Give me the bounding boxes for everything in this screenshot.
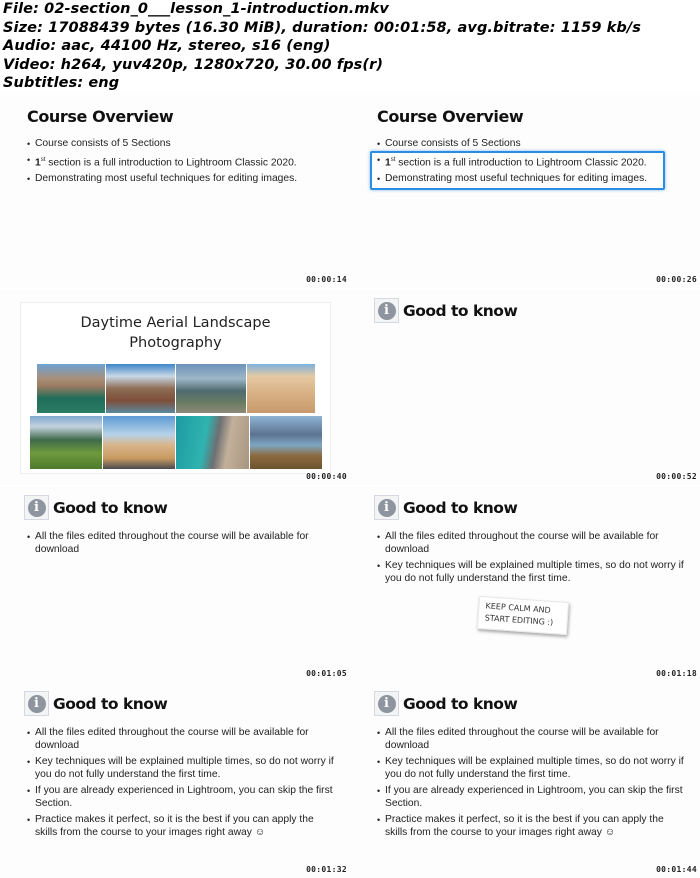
thumbnail-1[interactable]: Course Overview Course consists of 5 Sec… [0,93,350,288]
info-icon: i [377,498,396,517]
title-line-2: Photography [129,335,222,351]
slide-title: Good to know [403,301,518,320]
bullet-list: All the files edited throughout the cour… [377,727,687,843]
bullet-list: All the files edited throughout the cour… [27,727,337,843]
slide-heading: i Good to know [24,691,168,716]
photo-city-skyline [175,363,247,414]
timestamp: 00:00:40 [306,472,347,481]
timestamp: 00:01:32 [306,865,347,874]
slide-title: Good to know [403,498,518,517]
bullet-list: All the files edited throughout the cour… [27,531,337,560]
info-icon: i [377,301,396,320]
bullet-item: 1st section is a full introduction to Li… [27,154,337,169]
photo-lake-causeway [249,415,323,470]
info-icon: i [377,694,396,713]
info-icon-box: i [374,495,399,520]
title-line-1: Daytime Aerial Landscape [80,315,271,331]
video-line: Video: h264, yuv420p, 1280x720, 30.00 fp… [3,56,384,73]
info-icon-box: i [374,298,399,323]
thumbnail-4[interactable]: i Good to know 00:00:52 [350,290,700,485]
bullet-item: All the files edited throughout the cour… [27,727,337,752]
photo-dam-reservoir [36,363,106,414]
thumbnail-3[interactable]: Daytime Aerial Landscape Photography 00:… [0,290,350,485]
slide-title: Daytime Aerial Landscape Photography [21,313,330,353]
size-line: Size: 17088439 bytes (16.30 MiB), durati… [3,19,642,36]
timestamp: 00:00:14 [306,275,347,284]
slide-heading: i Good to know [24,495,168,520]
info-icon: i [27,498,46,517]
slide-title: Good to know [53,498,168,517]
timestamp: 00:01:05 [306,669,347,678]
bullet-item: All the files edited throughout the cour… [377,531,687,556]
slide-heading: i Good to know [374,298,518,323]
bullet-item: Key techniques will be explained multipl… [377,756,687,781]
bullet-list: Course consists of 5 Sections 1st sectio… [27,138,337,189]
info-icon-box: i [24,495,49,520]
photo-coastal-road [175,415,250,470]
highlight-box [370,151,665,190]
bullet-text: section is a full introduction to Lightr… [45,157,297,169]
slide-title: Good to know [53,694,168,713]
bullet-item: Key techniques will be explained multipl… [27,756,337,781]
info-icon-box: i [24,691,49,716]
info-icon-box: i [374,691,399,716]
photo-mountain-road [105,363,176,414]
bullet-item: If you are already experienced in Lightr… [377,785,687,810]
thumbnail-5[interactable]: i Good to know All the files edited thro… [0,487,350,682]
info-icon: i [27,694,46,713]
photo-desert-highway [102,415,176,470]
slide-heading: i Good to know [374,691,518,716]
bullet-item: Course consists of 5 Sections [377,138,687,150]
file-line: File: 02-section_0___lesson_1-introducti… [3,1,389,17]
keep-calm-sticker: KEEP CALM AND START EDITING :) [476,595,570,636]
bullet-item: All the files edited throughout the cour… [377,727,687,752]
bullet-item: Practice makes it perfect, so it is the … [377,814,687,839]
timestamp: 00:00:26 [656,275,697,284]
slide-frame: Daytime Aerial Landscape Photography [20,302,331,474]
slide-title: Course Overview [377,107,524,126]
bullet-item: If you are already experienced in Lightr… [27,785,337,810]
slide-heading: i Good to know [374,495,518,520]
thumbnail-7[interactable]: i Good to know All the files edited thro… [0,683,350,878]
photo-desert-road-curve [246,363,316,414]
timestamp: 00:01:44 [656,865,697,874]
bullet-item: Key techniques will be explained multipl… [377,560,687,585]
subtitles-line: Subtitles: eng [3,75,120,91]
photo-green-valley [29,415,103,470]
bullet-item: Practice makes it perfect, so it is the … [27,814,337,839]
bullet-list: All the files edited throughout the cour… [377,531,687,589]
bullet-item: Course consists of 5 Sections [27,138,337,150]
media-info-header: File: 02-section_0___lesson_1-introducti… [3,0,700,93]
timestamp: 00:01:18 [656,669,697,678]
slide-title: Course Overview [27,107,174,126]
thumbnail-8[interactable]: i Good to know All the files edited thro… [350,683,700,878]
audio-line: Audio: aac, 44100 Hz, stereo, s16 (eng) [3,38,331,54]
timestamp: 00:00:52 [656,472,697,481]
slide-title: Good to know [403,694,518,713]
thumbnail-2[interactable]: Course Overview Course consists of 5 Sec… [350,93,700,288]
thumbnail-6[interactable]: i Good to know All the files edited thro… [350,487,700,682]
bullet-item: Demonstrating most useful techniques for… [27,173,337,185]
bullet-item: All the files edited throughout the cour… [27,531,337,556]
